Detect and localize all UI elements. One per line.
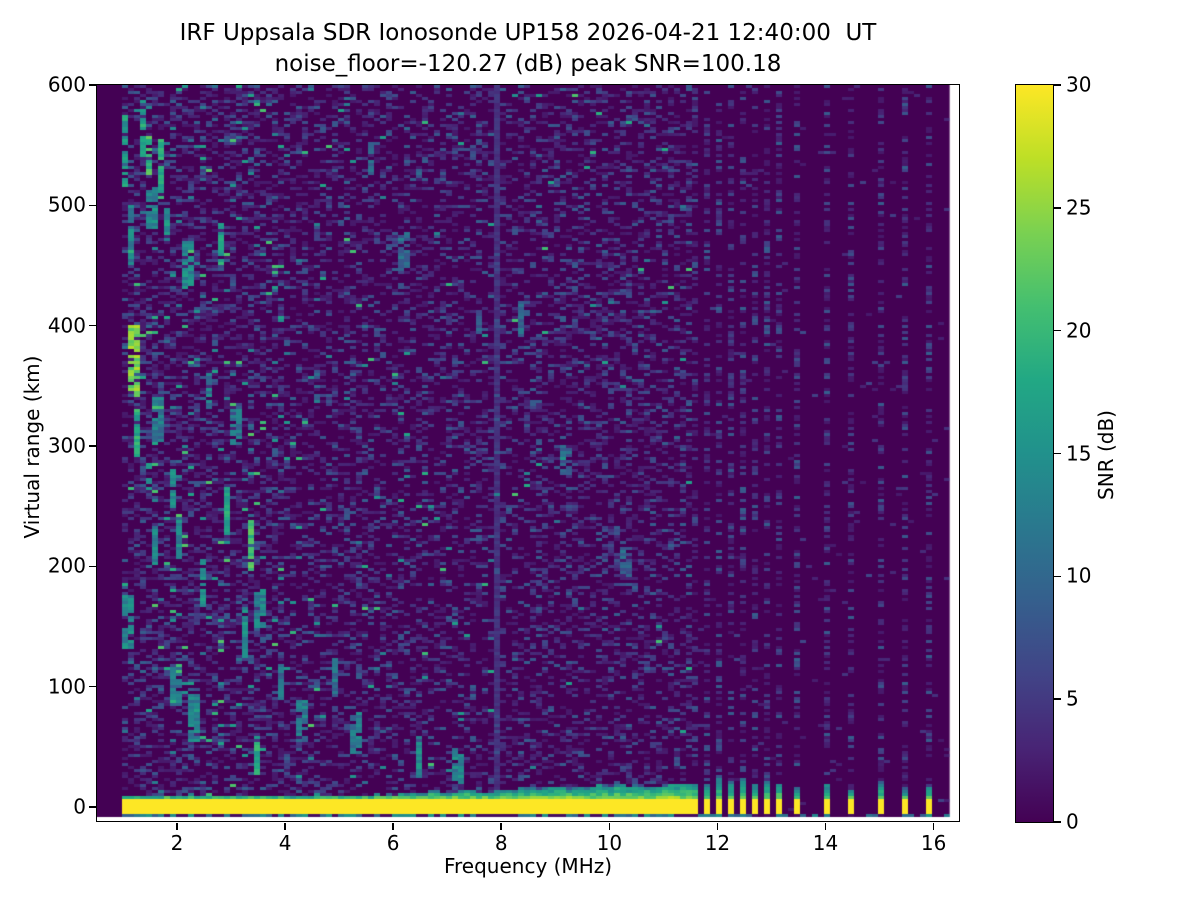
x-tick-mark <box>392 823 394 830</box>
x-tick-mark <box>825 823 827 830</box>
y-tick-mark <box>89 84 96 86</box>
y-tick-label: 500 <box>26 193 86 217</box>
colorbar-label: SNR (dB) <box>1094 410 1118 500</box>
y-tick-mark <box>89 686 96 688</box>
y-tick-mark <box>89 566 96 568</box>
colorbar-tick-mark <box>1054 576 1061 578</box>
chart-subtitle: noise_floor=-120.27 (dB) peak SNR=100.18 <box>0 51 1056 77</box>
y-tick-label: 100 <box>26 674 86 698</box>
x-tick-mark <box>500 823 502 830</box>
colorbar-tick-label: 0 <box>1066 810 1079 834</box>
y-axis-label: Virtual range (km) <box>20 356 44 539</box>
colorbar-tick-mark <box>1054 453 1061 455</box>
y-tick-label: 400 <box>26 313 86 337</box>
x-tick-label: 16 <box>921 831 946 855</box>
colorbar-tick-label: 20 <box>1066 318 1091 342</box>
colorbar-tick-label: 15 <box>1066 441 1091 465</box>
colorbar-tick-label: 10 <box>1066 564 1091 588</box>
y-tick-mark <box>89 806 96 808</box>
y-tick-label: 600 <box>26 73 86 97</box>
chart-title: IRF Uppsala SDR Ionosonde UP158 2026-04-… <box>0 20 1056 46</box>
x-axis-label: Frequency (MHz) <box>0 854 1056 878</box>
x-tick-label: 6 <box>387 831 400 855</box>
y-tick-mark <box>89 325 96 327</box>
x-tick-mark <box>717 823 719 830</box>
y-tick-mark <box>89 445 96 447</box>
x-tick-label: 14 <box>813 831 838 855</box>
x-tick-label: 12 <box>705 831 730 855</box>
y-tick-label: 200 <box>26 554 86 578</box>
x-tick-label: 2 <box>171 831 184 855</box>
colorbar-tick-mark <box>1054 84 1061 86</box>
colorbar-tick-label: 25 <box>1066 195 1091 219</box>
plot-area <box>96 84 960 822</box>
x-tick-label: 10 <box>597 831 622 855</box>
colorbar <box>1015 84 1054 823</box>
x-tick-mark <box>609 823 611 830</box>
colorbar-tick-mark <box>1054 207 1061 209</box>
x-tick-mark <box>933 823 935 830</box>
x-tick-label: 4 <box>279 831 292 855</box>
x-tick-label: 8 <box>495 831 508 855</box>
x-tick-mark <box>284 823 286 830</box>
colorbar-tick-mark <box>1054 330 1061 332</box>
colorbar-tick-mark <box>1054 698 1061 700</box>
y-tick-label: 0 <box>26 795 86 819</box>
colorbar-tick-label: 5 <box>1066 687 1079 711</box>
x-tick-mark <box>176 823 178 830</box>
heatmap-canvas <box>97 85 959 821</box>
colorbar-tick-mark <box>1054 821 1061 823</box>
ionogram-figure: IRF Uppsala SDR Ionosonde UP158 2026-04-… <box>0 0 1200 900</box>
colorbar-gradient <box>1016 85 1053 822</box>
colorbar-tick-label: 30 <box>1066 73 1091 97</box>
y-tick-mark <box>89 205 96 207</box>
